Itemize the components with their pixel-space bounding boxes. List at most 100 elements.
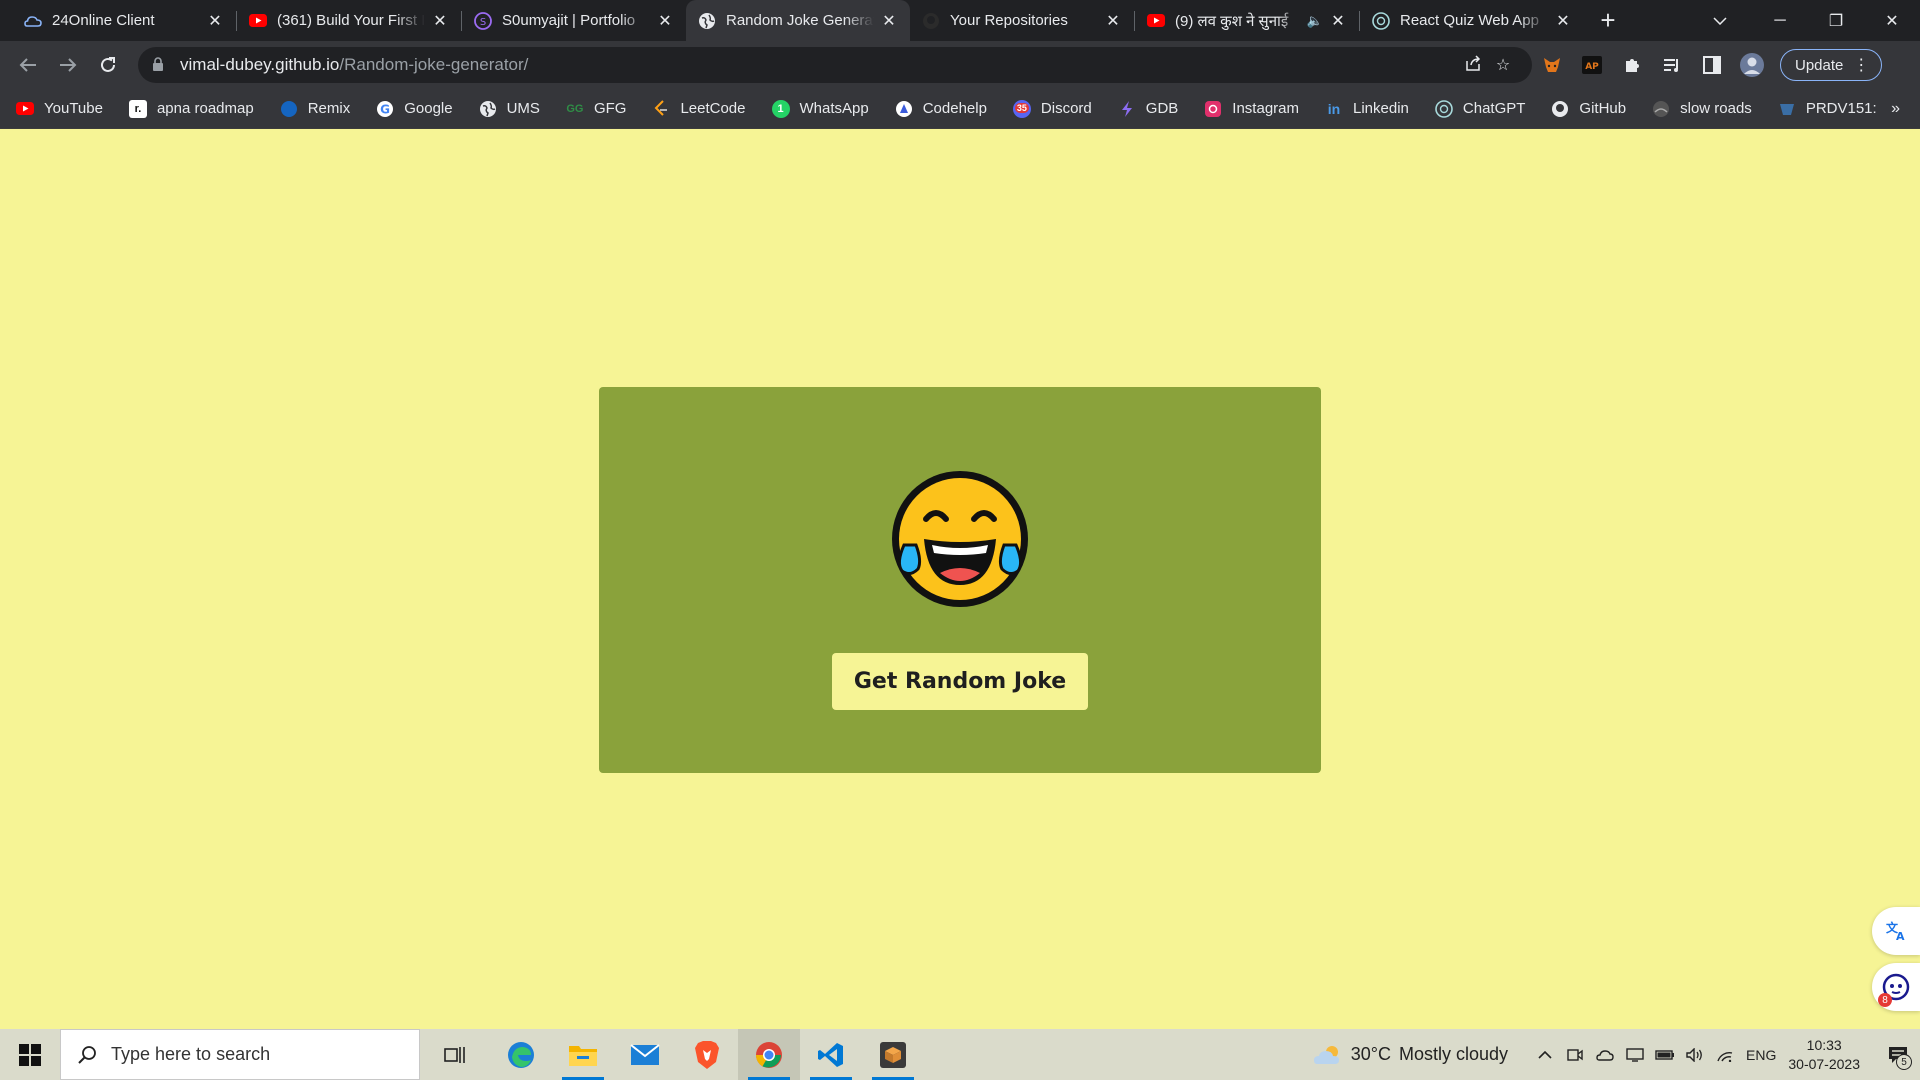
close-window-button[interactable]: ✕ — [1864, 0, 1920, 41]
more-bookmarks-chevron-icon[interactable]: » — [1891, 100, 1900, 118]
bookmark-label: LeetCode — [680, 100, 746, 117]
youtube-icon — [249, 12, 267, 30]
address-bar[interactable]: vimal-dubey.github.io/Random-joke-genera… — [138, 47, 1532, 83]
battery-icon[interactable] — [1650, 1029, 1680, 1080]
task-view-button[interactable] — [420, 1029, 490, 1080]
taskbar-mail[interactable] — [614, 1029, 676, 1080]
lock-icon[interactable] — [152, 56, 166, 74]
meet-now-icon[interactable] — [1560, 1029, 1590, 1080]
svg-text:G: G — [380, 102, 390, 116]
bookmark-ums[interactable]: UMS — [479, 100, 540, 118]
show-hidden-icons-chevron-icon[interactable] — [1530, 1029, 1560, 1080]
vscode-icon — [818, 1042, 843, 1067]
notification-center-button[interactable]: 5 — [1876, 1029, 1920, 1080]
clock-time: 10:33 — [1806, 1036, 1842, 1053]
tab-repositories[interactable]: Your Repositories ✕ — [910, 0, 1134, 41]
taskbar-file-explorer[interactable] — [552, 1029, 614, 1080]
bookmark-instagram[interactable]: Instagram — [1204, 100, 1299, 118]
bookmark-prdv151[interactable]: PRDV151: — [1778, 100, 1877, 118]
onedrive-cloud-icon[interactable] — [1590, 1029, 1620, 1080]
tab-react-quiz[interactable]: React Quiz Web App ✕ — [1360, 0, 1584, 41]
reading-list-icon[interactable] — [1652, 47, 1692, 83]
bookmark-discord[interactable]: 35 Discord — [1012, 99, 1092, 118]
close-icon[interactable]: ✕ — [206, 12, 224, 30]
bookmark-label: ChatGPT — [1462, 100, 1526, 117]
translate-float-button[interactable]: 文A — [1872, 907, 1920, 955]
new-tab-button[interactable]: + — [1590, 0, 1626, 41]
clock[interactable]: 10:33 30-07-2023 — [1788, 1036, 1860, 1074]
taskbar-search-input[interactable]: Type here to search — [60, 1029, 420, 1080]
tab-portfolio[interactable]: S S0umyajit | Portfolio ✕ — [462, 0, 686, 41]
bookmark-apna-roadmap[interactable]: r. apna roadmap — [128, 99, 254, 118]
tab-title: (361) Build Your First I — [277, 12, 425, 29]
bookmark-label: apna roadmap — [156, 100, 254, 117]
speaker-icon[interactable]: 🔈 — [1307, 13, 1323, 29]
tab-list: 24Online Client ✕ (361) Build Your First… — [0, 0, 1626, 41]
bookmark-slow-roads[interactable]: slow roads — [1652, 100, 1752, 118]
tab-youtube-build[interactable]: (361) Build Your First I ✕ — [237, 0, 461, 41]
kebab-menu-icon[interactable]: ⋮ — [1853, 55, 1869, 75]
metamask-icon[interactable] — [1532, 47, 1572, 83]
tab-search-chevron-icon[interactable] — [1700, 0, 1740, 41]
bookmark-youtube[interactable]: YouTube — [16, 100, 103, 118]
taskbar-vscode[interactable] — [800, 1029, 862, 1080]
forward-button[interactable] — [50, 47, 86, 83]
share-icon[interactable] — [1458, 54, 1488, 76]
bookmark-linkedin[interactable]: in Linkedin — [1325, 100, 1409, 118]
restore-button[interactable]: ❐ — [1808, 0, 1864, 41]
reload-button[interactable] — [90, 47, 126, 83]
tab-24online[interactable]: 24Online Client ✕ — [12, 0, 236, 41]
bookmark-leetcode[interactable]: LeetCode — [652, 99, 746, 118]
input-language[interactable]: ENG — [1746, 1047, 1776, 1063]
display-icon[interactable] — [1620, 1029, 1650, 1080]
portfolio-icon: S — [474, 11, 492, 30]
bookmark-whatsapp[interactable]: 1 WhatsApp — [771, 99, 869, 118]
bookmark-google[interactable]: G Google — [376, 100, 453, 118]
taskbar-edge[interactable] — [490, 1029, 552, 1080]
bookmark-star-icon[interactable]: ☆ — [1488, 55, 1518, 75]
close-icon[interactable]: ✕ — [1329, 12, 1347, 30]
bookmark-gdb[interactable]: GDB — [1118, 100, 1178, 118]
cloud-icon — [24, 12, 42, 30]
bookmark-label: slow roads — [1680, 100, 1752, 117]
profile-avatar[interactable] — [1732, 47, 1772, 83]
volume-icon[interactable] — [1680, 1029, 1710, 1080]
remix-icon — [280, 100, 298, 118]
taskbar-chrome[interactable] — [738, 1029, 800, 1080]
globe-icon — [479, 100, 497, 118]
bookmark-chatgpt[interactable]: ChatGPT — [1435, 99, 1526, 118]
taskbar-brave[interactable] — [676, 1029, 738, 1080]
minimize-button[interactable]: ─ — [1752, 0, 1808, 41]
discord-icon: 35 — [1012, 99, 1031, 118]
youtube-icon — [1147, 12, 1165, 30]
bookmark-label: Remix — [307, 100, 351, 117]
instagram-icon — [1204, 100, 1222, 118]
weather-widget[interactable]: 30°C Mostly cloudy — [1313, 1044, 1508, 1066]
start-button[interactable] — [0, 1029, 60, 1080]
tab-random-joke[interactable]: Random Joke Generat ✕ — [686, 0, 910, 41]
bookmark-github[interactable]: GitHub — [1551, 100, 1626, 118]
assistant-float-button[interactable]: 8 — [1872, 963, 1920, 1011]
page-content: Get Random Joke 文A 8 — [0, 129, 1920, 1029]
system-tray: 30°C Mostly cloudy ENG 10:33 30-07-2023 — [1313, 1029, 1920, 1080]
wifi-icon[interactable] — [1710, 1029, 1740, 1080]
close-icon[interactable]: ✕ — [1554, 12, 1572, 30]
back-button[interactable] — [10, 47, 46, 83]
extensions-puzzle-icon[interactable] — [1612, 47, 1652, 83]
chrome-icon — [755, 1041, 782, 1068]
close-icon[interactable]: ✕ — [1104, 12, 1122, 30]
bookmark-codehelp[interactable]: Codehelp — [895, 100, 987, 118]
svg-text:S: S — [480, 17, 486, 28]
close-icon[interactable]: ✕ — [880, 12, 898, 30]
bookmark-gfg[interactable]: GG GFG — [566, 100, 626, 118]
ublock-icon[interactable]: AP — [1572, 47, 1612, 83]
bookmark-remix[interactable]: Remix — [280, 100, 351, 118]
close-icon[interactable]: ✕ — [431, 12, 449, 30]
side-panel-icon[interactable] — [1692, 47, 1732, 83]
get-random-joke-button[interactable]: Get Random Joke — [832, 653, 1088, 710]
tab-youtube-lavkush[interactable]: (9) लव कुश ने सुनाई 🔈 ✕ — [1135, 0, 1359, 41]
taskbar-app-box[interactable] — [862, 1029, 924, 1080]
close-icon[interactable]: ✕ — [656, 12, 674, 30]
update-button[interactable]: Update ⋮ — [1780, 49, 1883, 81]
tab-title: S0umyajit | Portfolio — [502, 12, 636, 29]
